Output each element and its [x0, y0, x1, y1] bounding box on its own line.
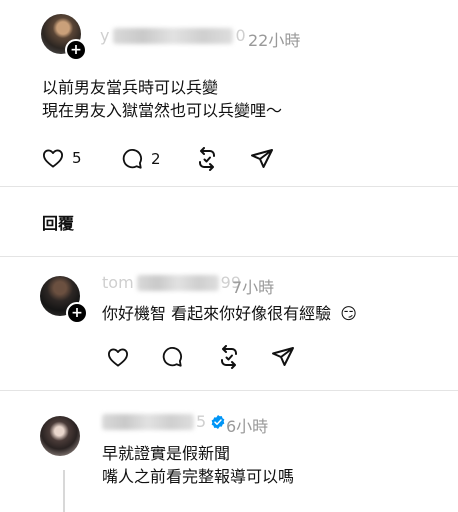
share-icon	[251, 149, 273, 168]
username-visible-start: y	[100, 26, 110, 45]
reply1-username-blurred	[136, 274, 219, 291]
replies-section-title[interactable]: 回覆	[42, 210, 74, 234]
username-visible-end: 0	[235, 26, 246, 45]
reply2-username-blurred	[102, 413, 194, 430]
reply-button[interactable]: 2	[121, 148, 161, 170]
reply1-follow-plus-icon[interactable]: +	[66, 302, 88, 324]
reply2-body: 早就證實是假新聞 嘴人之前看完整報導可以嗎	[102, 442, 294, 488]
reply1-username[interactable]: tom 99	[102, 273, 241, 292]
post-body: 以前男友當兵時可以兵變 現在男友入獄當然也可以兵變哩～	[42, 76, 282, 122]
reply2-line-1: 早就證實是假新聞	[102, 444, 231, 463]
replies-divider	[0, 256, 458, 257]
reply1-like-button[interactable]	[107, 347, 129, 367]
reply1-repost-button[interactable]	[217, 345, 241, 369]
follow-plus-icon[interactable]: +	[65, 39, 87, 61]
reply2-avatar[interactable]	[40, 416, 80, 456]
post-header: + y 0 22小時	[0, 0, 458, 61]
post-line-2: 現在男友入獄當然也可以兵變哩～	[42, 101, 283, 120]
reply2-username-visible-end: 5	[196, 412, 207, 431]
smirk-emoji-icon: 😏	[340, 304, 357, 323]
repost-icon	[199, 147, 215, 171]
heart-icon	[108, 348, 128, 367]
like-count: 5	[72, 149, 82, 167]
post-username[interactable]: y 0	[100, 26, 246, 45]
like-button[interactable]: 5	[42, 148, 82, 168]
post-timestamp[interactable]: 22小時	[248, 27, 300, 51]
comment-icon	[162, 347, 182, 367]
reply2-thread-line	[63, 470, 65, 512]
reply1-share-button[interactable]	[271, 345, 295, 369]
repost-icon	[221, 345, 237, 369]
reply2-line-2: 嘴人之前看完整報導可以嗎	[102, 467, 295, 486]
reply1-body: 你好機智 看起來你好像很有經驗 😏	[102, 302, 357, 325]
reply1-divider	[0, 390, 458, 391]
section-divider	[0, 186, 458, 187]
reply-count: 2	[151, 150, 161, 168]
heart-icon	[43, 149, 63, 168]
reply1-timestamp[interactable]: 7小時	[232, 274, 274, 298]
reply2-username[interactable]: 5	[102, 412, 226, 431]
share-button[interactable]	[250, 147, 274, 171]
verified-badge-icon	[211, 414, 225, 429]
comment-icon	[122, 149, 142, 169]
username-blurred	[113, 27, 234, 44]
reply1-text: 你好機智 看起來你好像很有經驗	[102, 304, 332, 323]
reply1-username-visible-start: tom	[102, 273, 134, 292]
share-icon	[272, 347, 294, 366]
reply1-reply-button[interactable]	[161, 346, 183, 368]
reply2-timestamp[interactable]: 6小時	[226, 413, 268, 437]
repost-button[interactable]	[195, 147, 219, 171]
post-line-1: 以前男友當兵時可以兵變	[42, 78, 219, 97]
